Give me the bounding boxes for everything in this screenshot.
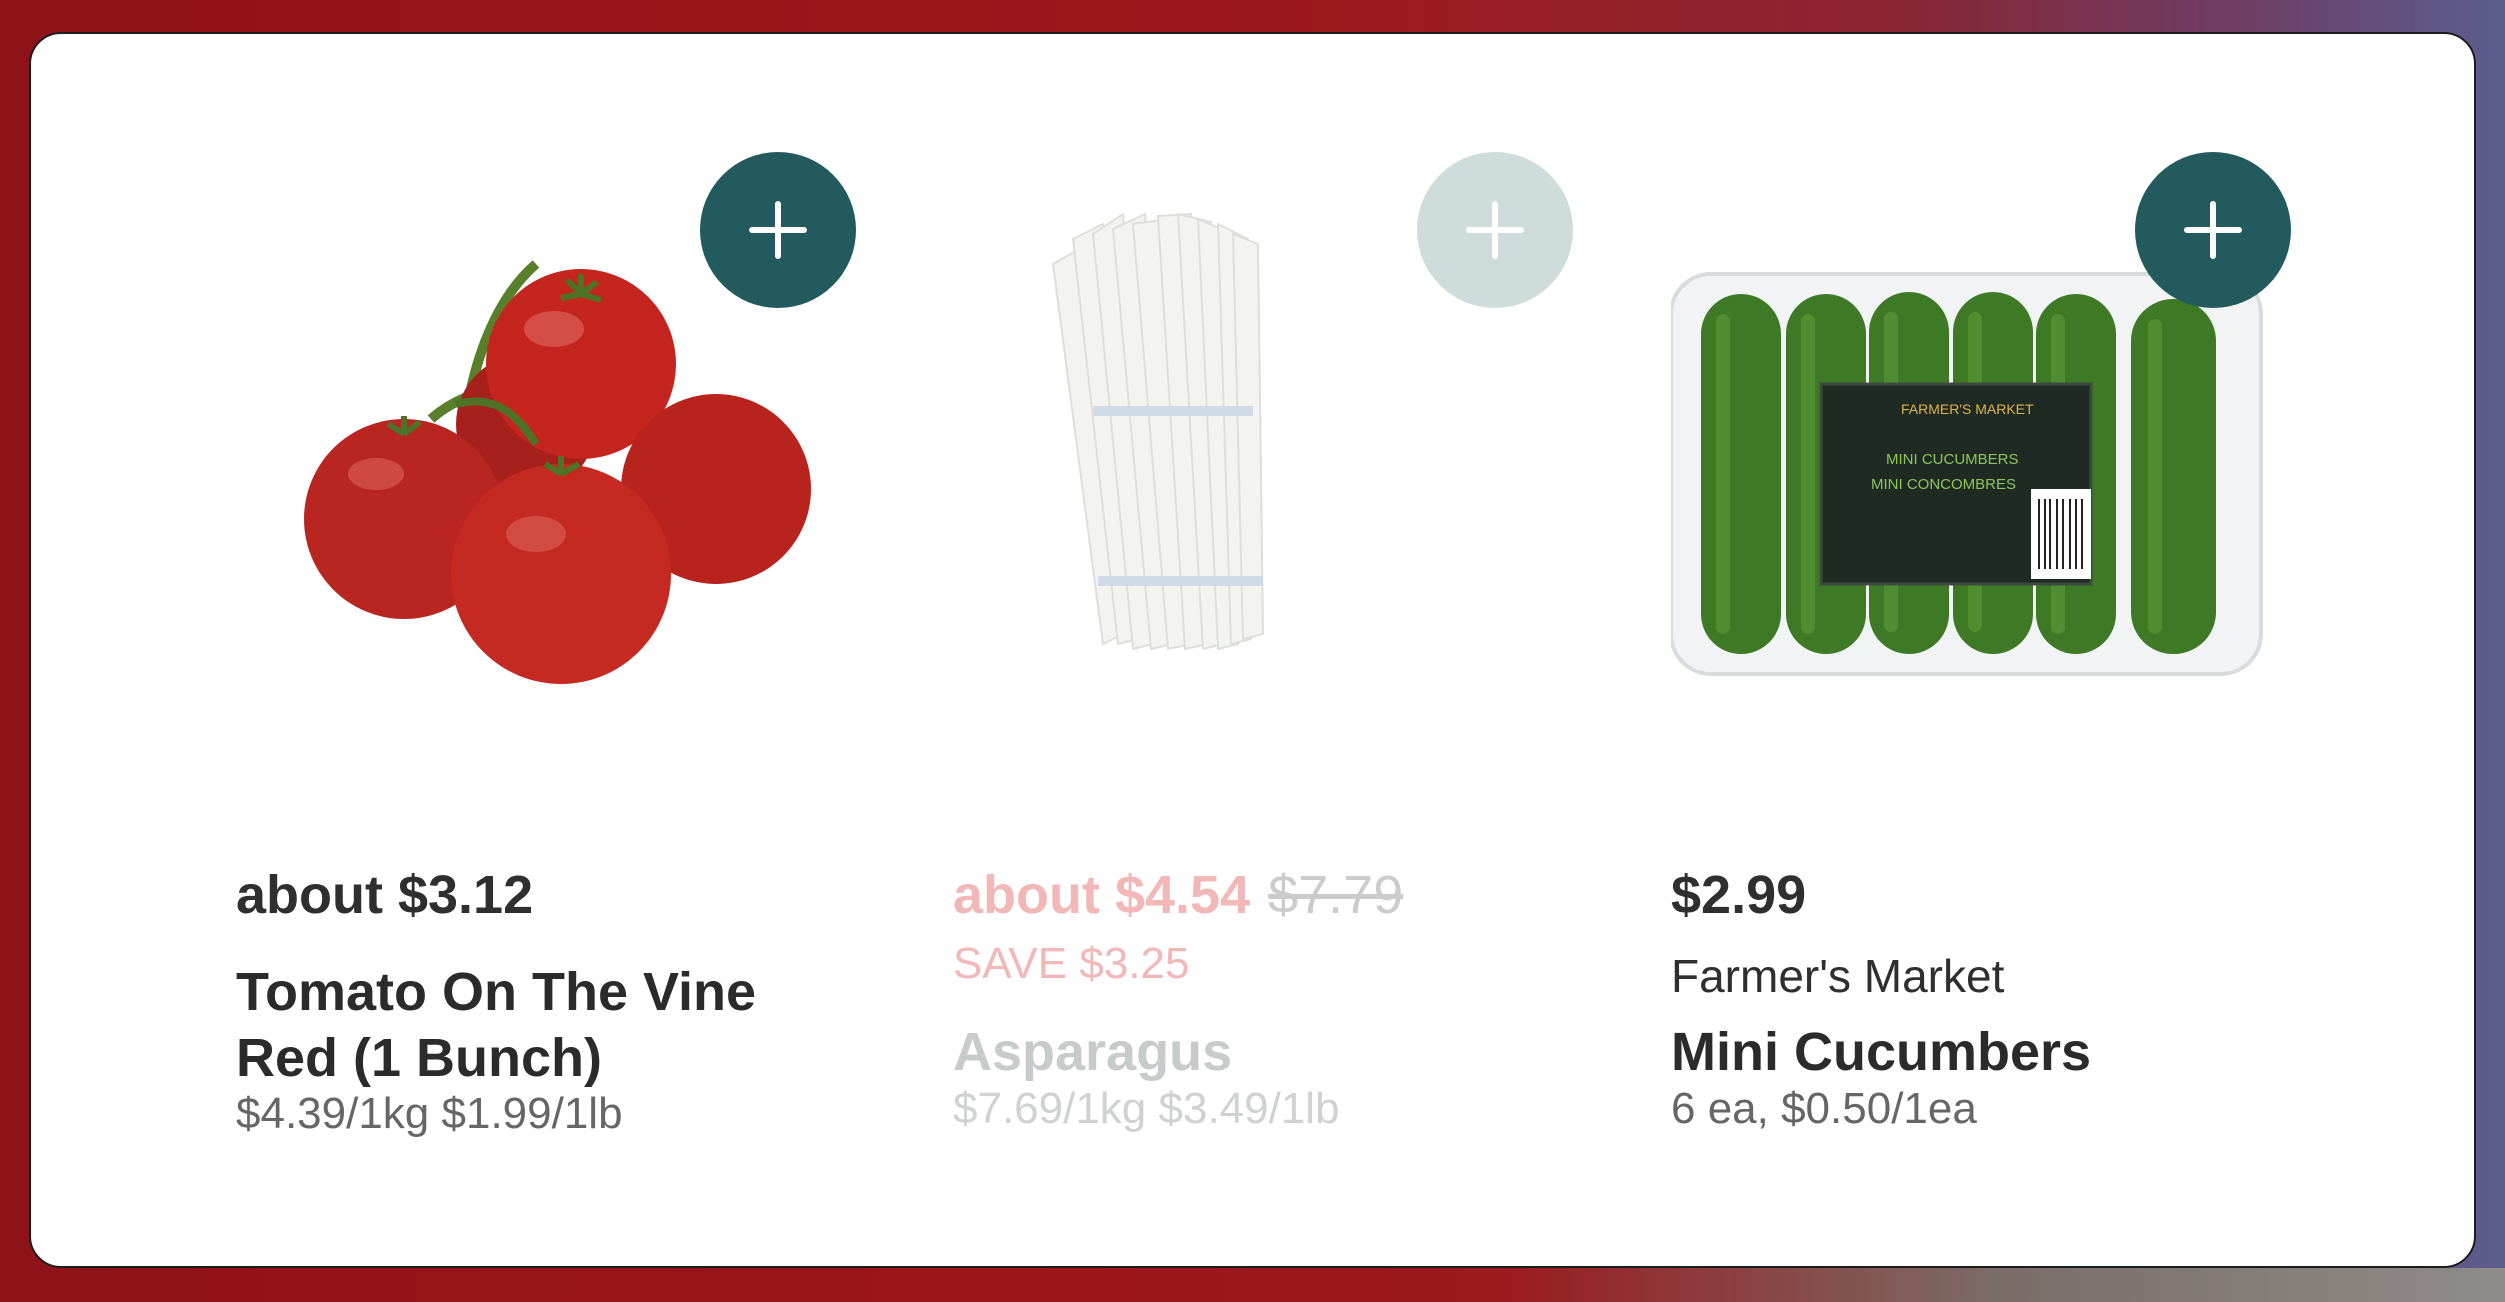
- product-card-mini-cucumbers[interactable]: FARMER'S MARKET MINI CUCUMBERS MINI CONC…: [1671, 34, 2311, 1266]
- product-card-asparagus[interactable]: about $4.54 $7.79 SAVE $3.25 Asparagus $7…: [953, 34, 1593, 1266]
- add-to-cart-button[interactable]: [1417, 152, 1573, 308]
- package-name-fr-text: MINI CONCOMBRES: [1871, 476, 2016, 493]
- unit-price: 6 ea, $0.50/1ea: [1671, 1084, 1977, 1133]
- sale-price: about $4.54: [953, 865, 1251, 925]
- package-name-text: MINI CUCUMBERS: [1886, 451, 2019, 468]
- original-price: $7.79: [1268, 865, 1404, 925]
- plus-icon: [1466, 201, 1524, 259]
- add-to-cart-button[interactable]: [700, 152, 856, 308]
- product-brand: Farmer's Market: [1671, 950, 2005, 1002]
- product-name[interactable]: Asparagus: [953, 1019, 1553, 1085]
- package-brand-text: FARMER'S MARKET: [1901, 401, 2034, 417]
- product-carousel-card: about $3.12 Tomato On The Vine Red (1 Bu…: [29, 32, 2476, 1268]
- product-price: about $3.12: [236, 865, 534, 925]
- product-card-tomato[interactable]: about $3.12 Tomato On The Vine Red (1 Bu…: [236, 34, 876, 1266]
- background-strip: [0, 1268, 2505, 1302]
- savings-badge: SAVE $3.25: [953, 939, 1190, 988]
- product-name[interactable]: Mini Cucumbers: [1671, 1019, 2271, 1085]
- unit-price: $4.39/1kg $1.99/1lb: [236, 1089, 623, 1138]
- product-price: about $4.54 $7.79: [953, 864, 1403, 926]
- plus-icon: [2184, 201, 2242, 259]
- plus-icon: [749, 201, 807, 259]
- product-price: $2.99: [1671, 865, 1807, 925]
- unit-price: $7.69/1kg $3.49/1lb: [953, 1084, 1340, 1133]
- product-name[interactable]: Tomato On The Vine Red (1 Bunch): [236, 959, 836, 1091]
- add-to-cart-button[interactable]: [2135, 152, 2291, 308]
